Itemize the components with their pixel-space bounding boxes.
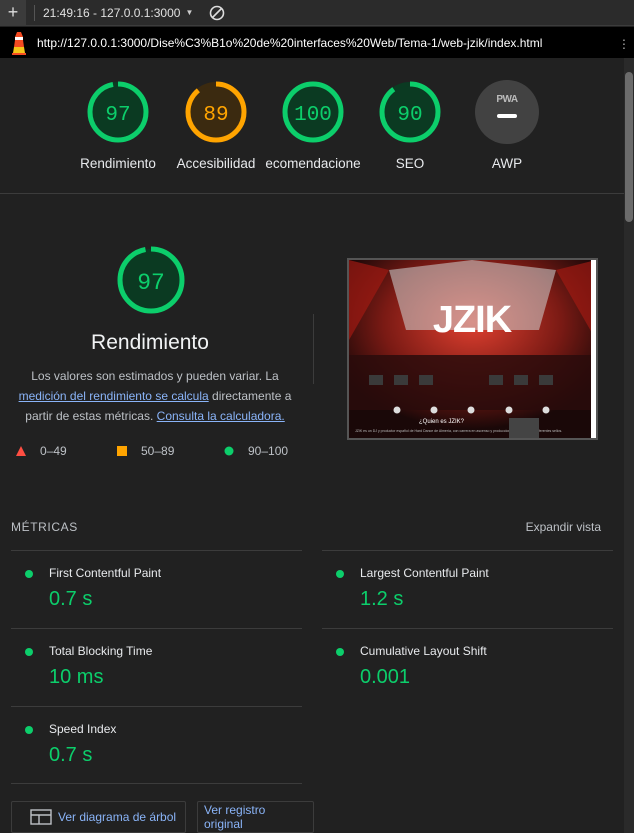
metric-name: Total Blocking Time [49,644,153,658]
gauge-score: 100 [294,104,332,127]
gauge-score: 89 [203,104,228,127]
gauge-accessibility[interactable]: 89 Accesibilidad [168,80,264,171]
calculator-link[interactable]: Consulta la calculadora. [157,409,285,423]
page-scrollbar[interactable] [624,58,634,833]
category-gauge-ring: 97 [117,246,185,314]
metric-value: 1.2 s [360,588,404,610]
view-treemap-label: Ver diagrama de árbol [58,810,177,824]
metric-value: 0.001 [360,666,411,688]
legend-range: 0–49 [40,444,67,458]
view-original-label: Ver registro original [204,803,266,831]
screenshot-logo-text: JZIK [433,299,513,341]
more-options-icon[interactable]: · · · [614,32,634,54]
report-selector[interactable]: 21:49:16 - 127.0.0.1:3000 [43,6,180,20]
report-url[interactable]: http://127.0.0.1:3000/Dise%C3%B1o%20de%2… [37,36,614,50]
gauge-best-practices[interactable]: 100 ecomendacione [265,80,361,171]
treemap-icon [30,809,52,825]
metric-speed-index: Speed Index 0.7 s [11,706,302,784]
new-report-button[interactable]: + [0,0,26,26]
metric-name: Cumulative Layout Shift [360,644,487,658]
category-description: Los valores son estimados y pueden varia… [10,366,300,426]
pwa-badge-text: PWA [496,94,518,105]
screenshot-image: JZIK ¿Quien es JZIK? JZIK es un DJ y pro… [349,260,596,438]
metric-largest-contentful-paint: Largest Contentful Paint 1.2 s [322,550,613,628]
chevron-down-icon[interactable]: ▼ [185,8,193,17]
scrollbar-thumb[interactable] [625,72,633,222]
clear-icon[interactable] [209,5,225,21]
triangle-icon [16,446,26,456]
metric-value: 10 ms [49,666,104,688]
pass-dot-icon [336,570,344,578]
gauge-label: ecomendacione [265,156,361,171]
square-icon [117,446,127,456]
gauge-label: AWP [491,156,523,171]
description-text: Los valores son estimados y pueden varia… [31,369,279,383]
pass-dot-icon [25,570,33,578]
screenshot-heading: ¿Quien es JZIK? [419,419,465,425]
gauge-seo[interactable]: 90 SEO [362,80,458,171]
metric-total-blocking-time: Total Blocking Time 10 ms [11,628,302,706]
gauge-score: 97 [105,104,130,127]
metric-value: 0.7 s [49,744,93,766]
gauge-pwa[interactable]: PWA AWP [459,80,555,171]
legend-range: 90–100 [248,444,289,458]
legend-average: 50–89 [117,444,174,458]
performance-gauge-ring: 97 [87,81,149,143]
metric-value: 0.7 s [49,588,93,610]
seo-gauge-ring: 90 [379,81,441,143]
best-practices-gauge-ring: 100 [282,81,344,143]
devtools-topbar: + 21:49:16 - 127.0.0.1:3000 ▼ [0,0,634,26]
score-calculation-link[interactable]: medición del rendimiento se calcula [19,389,209,403]
legend-pass: 90–100 [224,444,288,458]
metric-first-contentful-paint: First Contentful Paint 0.7 s [11,550,302,628]
final-screenshot[interactable]: JZIK ¿Quien es JZIK? JZIK es un DJ y pro… [347,258,598,440]
metrics-divider [11,783,302,784]
report-url-bar: http://127.0.0.1:3000/Dise%C3%B1o%20de%2… [0,27,634,58]
gauge-performance[interactable]: 97 Rendimiento [70,80,166,171]
circle-icon [224,446,234,456]
lighthouse-logo-icon [11,31,27,55]
pass-dot-icon [336,648,344,656]
header-divider [313,314,314,384]
expand-view-toggle[interactable]: Expandir vista [526,520,601,534]
pass-dot-icon [25,726,33,734]
metric-name: Largest Contentful Paint [360,566,489,580]
category-score: 97 [137,270,165,296]
category-gauge: 97 [116,245,186,320]
metric-cumulative-layout-shift: Cumulative Layout Shift 0.001 [322,628,613,706]
score-gauges-summary: 97 Rendimiento 89 Accesibilidad 100 ecom… [0,70,624,194]
gauge-label: Rendimiento [80,156,156,171]
legend-range: 50–89 [141,444,175,458]
metric-name: First Contentful Paint [49,566,162,580]
view-treemap-button[interactable]: Ver diagrama de árbol [11,801,186,833]
metric-name: Speed Index [49,722,117,736]
accessibility-gauge-ring: 89 [185,81,247,143]
legend-fail: 0–49 [16,444,67,458]
category-title: Rendimiento [91,331,209,354]
view-original-trace-button[interactable]: Ver registro original [197,801,314,833]
toolbar-divider [34,4,35,21]
gauge-label: SEO [395,156,425,171]
pwa-badge-icon: PWA [475,80,539,144]
pwa-dash-icon [497,114,517,118]
metrics-heading: MÉTRICAS [11,520,78,534]
gauge-score: 90 [397,104,422,127]
pass-dot-icon [25,648,33,656]
gauge-label: Accesibilidad [176,156,256,171]
